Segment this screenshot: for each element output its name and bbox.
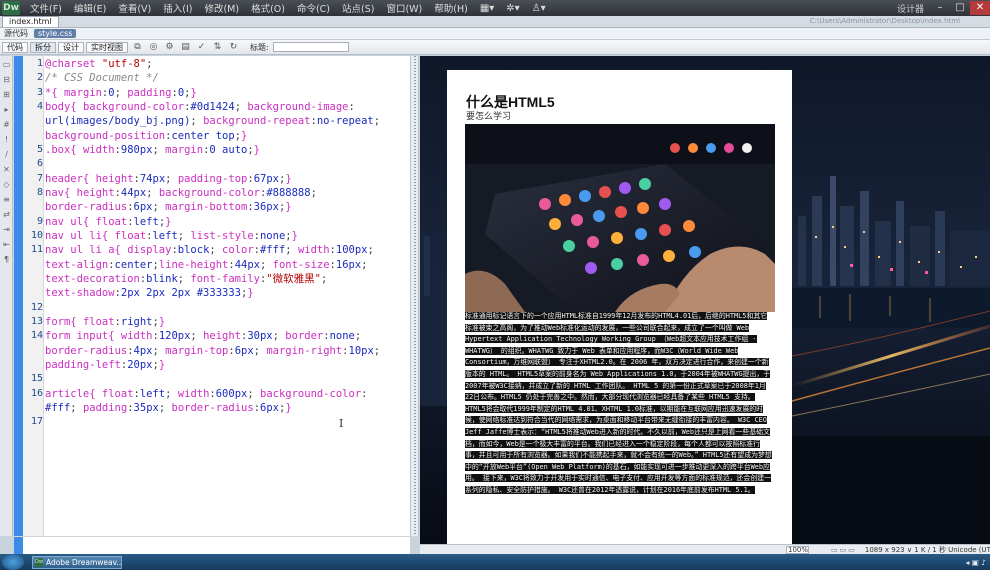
minimize-icon[interactable]: – — [930, 1, 950, 15]
design-view-button[interactable]: 设计 — [58, 41, 84, 53]
menu-site[interactable]: 站点(S) — [336, 1, 380, 15]
workspace-switcher[interactable]: 设计器 — [891, 2, 930, 15]
related-source-code[interactable]: 源代码 — [0, 28, 32, 39]
menu-file[interactable]: 文件(F) — [24, 1, 68, 15]
title-input[interactable] — [272, 42, 349, 52]
menu-format[interactable]: 格式(O) — [245, 1, 291, 15]
menu-insert[interactable]: 插入(I) — [157, 1, 198, 15]
globe-icon[interactable]: ◎ — [147, 42, 160, 53]
system-tray-icon[interactable]: ◂ ▣ ♪ — [966, 558, 990, 567]
split-view-divider[interactable] — [410, 56, 419, 536]
format-source-icon[interactable]: ¶ — [1, 254, 12, 265]
line-numbers-icon[interactable]: # — [1, 119, 12, 130]
divider-grip — [414, 56, 416, 536]
file-management-icon[interactable]: ⇅ — [211, 42, 224, 53]
article-preview: 什么是HTML5 要怎么学习 标准通用标记语言下的一个应用HTML标准自1999… — [447, 70, 792, 544]
menu-help[interactable]: 帮助(H) — [428, 1, 474, 15]
split-view-button[interactable]: 拆分 — [30, 41, 56, 53]
open-documents-icon[interactable]: ▭ — [1, 59, 12, 70]
app-menubar: Dw 文件(F) 编辑(E) 查看(V) 插入(I) 修改(M) 格式(O) 命… — [0, 0, 990, 16]
layout-icon[interactable]: ▦▾ — [474, 3, 500, 14]
article-body-text: 标准通用标记语言下的一个应用HTML标准自1999年12月发布的HTML4.01… — [465, 312, 772, 494]
close-icon[interactable]: ✕ — [970, 1, 990, 15]
windows-taskbar: Dw Adobe Dreamweav... ◂ ▣ ♪ — [0, 554, 990, 570]
menu-commands[interactable]: 命令(C) — [291, 1, 336, 15]
wrap-tag-icon[interactable]: ◇ — [1, 179, 12, 190]
design-view[interactable]: 什么是HTML5 要怎么学习 标准通用标记语言下的一个应用HTML标准自1999… — [420, 56, 990, 544]
start-button[interactable] — [2, 554, 24, 570]
code-view-button[interactable]: 代码 — [2, 41, 28, 53]
related-style-css[interactable]: style.css — [34, 29, 77, 38]
coding-toolbar: ▭ ⊟ ⊞ ▸ # ! / ✕ ◇ ≡ ⇄ ⇥ ⇤ ¶ — [0, 56, 13, 536]
dreamweaver-task-icon: Dw — [35, 557, 43, 567]
outdent-icon[interactable]: ⇤ — [1, 239, 12, 250]
design-status-bar: 100% ▭▭▭ 1089 x 923 ∨ 1 K / 1 秒 Unicode … — [420, 544, 990, 554]
expand-all-icon[interactable]: ⊞ — [1, 89, 12, 100]
document-path: C:\Users\Administrator\Desktop\index.htm… — [809, 17, 960, 25]
document-toolbar: 代码 拆分 设计 实时视图 ⧉ ◎ ⚙ ▤ ✓ ⇅ ↻ 标题: — [0, 40, 990, 55]
code-view[interactable]: 1 @charset "utf-8"; 2/* CSS Document */ 3… — [14, 56, 410, 536]
document-tab[interactable]: index.html — [2, 16, 59, 27]
recent-snippets-icon[interactable]: ≡ — [1, 194, 12, 205]
settings-icon[interactable]: ✲▾ — [500, 3, 525, 14]
collapse-tag-icon[interactable]: ⊟ — [1, 74, 12, 85]
zoom-select[interactable]: 100% — [786, 545, 810, 554]
indent-icon[interactable]: ⇥ — [1, 224, 12, 235]
user-icon[interactable]: ♙▾ — [526, 3, 552, 14]
move-css-icon[interactable]: ⇄ — [1, 209, 12, 220]
apply-comment-icon[interactable]: / — [1, 149, 12, 160]
menu-window[interactable]: 窗口(W) — [380, 1, 428, 15]
article-subtitle: 要怎么学习 — [466, 112, 512, 122]
maximize-icon[interactable]: □ — [950, 1, 970, 15]
article-phone-image — [465, 124, 775, 312]
select-parent-icon[interactable]: ▸ — [1, 104, 12, 115]
menu-edit[interactable]: 编辑(E) — [68, 1, 112, 15]
window-size-icons[interactable]: ▭▭▭ — [831, 546, 857, 554]
code-status-area — [14, 536, 410, 555]
text-cursor-icon: I — [339, 417, 344, 430]
menu-modify[interactable]: 修改(M) — [198, 1, 245, 15]
dreamweaver-logo: Dw — [2, 1, 20, 15]
debug-icon[interactable]: ⚙ — [163, 42, 176, 53]
menu-view[interactable]: 查看(V) — [112, 1, 157, 15]
taskbar-dreamweaver-label: Adobe Dreamweav... — [45, 557, 122, 567]
highlight-invalid-icon[interactable]: ! — [1, 134, 12, 145]
validate-icon[interactable]: ✓ — [195, 42, 208, 53]
multiscreen-icon[interactable]: ⧉ — [131, 42, 144, 53]
refresh-icon[interactable]: ↻ — [227, 42, 240, 53]
title-label: 标题: — [250, 42, 269, 52]
remove-comment-icon[interactable]: ✕ — [1, 164, 12, 175]
visual-aids-icon[interactable]: ▤ — [179, 42, 192, 53]
related-files-bar: 源代码 style.css — [0, 28, 990, 40]
live-view-button[interactable]: 实时视图 — [86, 41, 128, 53]
document-info: 1089 x 923 ∨ 1 K / 1 秒 Unicode (UTF-8) — [864, 545, 990, 554]
taskbar-dreamweaver[interactable]: Dw Adobe Dreamweav... — [32, 555, 122, 569]
document-tabbar: index.html C:\Users\Administrator\Deskto… — [0, 16, 990, 28]
code-lines: 1 @charset "utf-8"; 2/* CSS Document */ 3… — [30, 58, 381, 428]
